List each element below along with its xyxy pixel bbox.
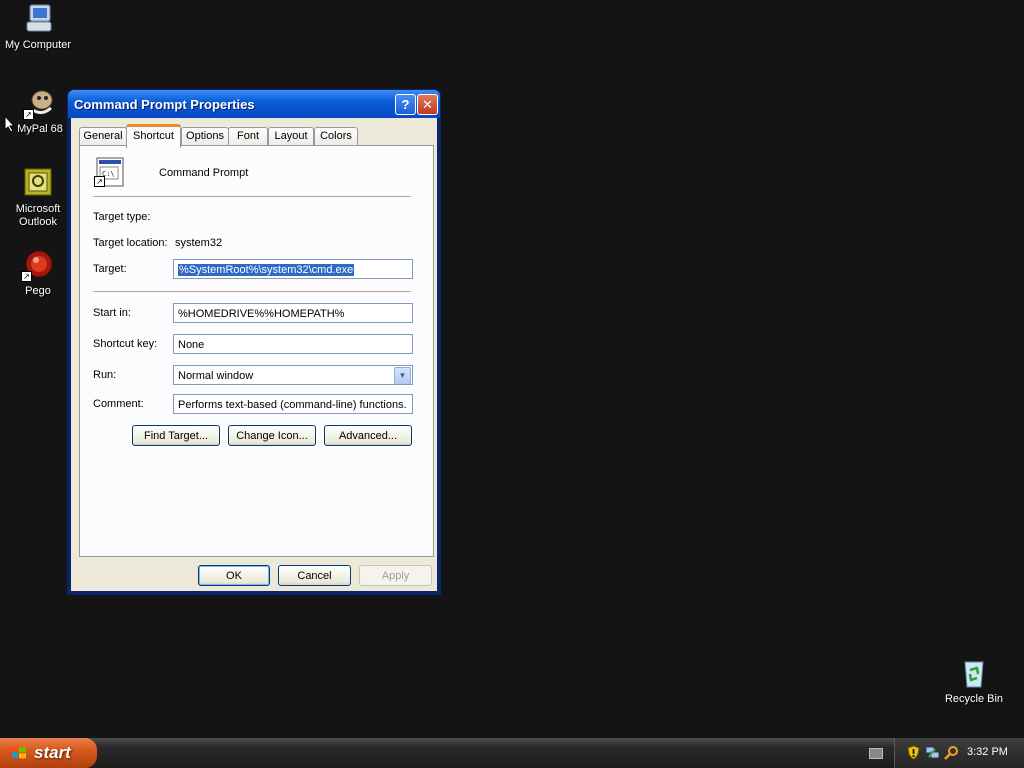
search-icon[interactable] <box>944 745 959 760</box>
properties-window: Command Prompt Properties ? ✕ General Sh… <box>67 89 441 595</box>
advanced-button[interactable]: Advanced... <box>324 425 412 446</box>
desktop-icon-label: Recycle Bin <box>944 693 1004 705</box>
comment-value: Performs text-based (command-line) funct… <box>178 399 407 411</box>
mypal-icon: ↗ <box>23 86 57 120</box>
shortcut-arrow-icon: ↗ <box>23 109 34 120</box>
shortcut-key-field[interactable]: None <box>173 334 413 354</box>
taskbar: start 3:32 PM <box>0 738 1024 768</box>
desktop-icon-label: Pego <box>25 285 51 297</box>
tab-options[interactable]: Options <box>181 127 229 145</box>
change-icon-button[interactable]: Change Icon... <box>228 425 316 446</box>
start-button[interactable]: start <box>0 738 97 768</box>
shortcut-arrow-icon: ↗ <box>94 176 105 187</box>
start-in-value: %HOMEDRIVE%%HOMEPATH% <box>178 308 345 320</box>
run-value: Normal window <box>178 370 254 382</box>
target-label: Target: <box>93 263 127 275</box>
tab-label: Layout <box>274 130 308 142</box>
target-type-label: Target type: <box>93 211 151 223</box>
shortcut-key-label: Shortcut key: <box>93 338 158 350</box>
tab-layout[interactable]: Layout <box>268 127 314 145</box>
find-target-button[interactable]: Find Target... <box>132 425 220 446</box>
window-client-area: General Shortcut Options Font Layout Col… <box>71 118 437 591</box>
keyboard-icon[interactable] <box>869 748 883 759</box>
tab-label: Shortcut <box>133 130 174 142</box>
desktop-icon-recycle-bin[interactable]: Recycle Bin <box>936 656 1012 706</box>
clock[interactable]: 3:32 PM <box>967 746 1008 758</box>
outlook-icon <box>21 166 55 200</box>
start-in-label: Start in: <box>93 307 131 319</box>
chevron-down-icon[interactable]: ▼ <box>394 367 411 384</box>
shortcut-name: Command Prompt <box>159 167 249 179</box>
tab-shortcut[interactable]: Shortcut <box>126 124 181 148</box>
recycle-bin-icon <box>957 656 991 690</box>
start-label: start <box>34 743 71 762</box>
close-icon: ✕ <box>422 97 433 112</box>
cancel-button[interactable]: Cancel <box>278 565 351 586</box>
shortcut-panel: C:\ ↗ Command Prompt Target type: Target… <box>79 145 434 557</box>
target-field[interactable]: %SystemRoot%\system32\cmd.exe <box>173 259 413 279</box>
title-bar[interactable]: Command Prompt Properties ? ✕ <box>68 90 440 118</box>
help-button[interactable]: ? <box>395 94 416 115</box>
windows-flag-icon <box>12 746 26 759</box>
desktop-icon-mypal[interactable]: ↗ MyPal 68 <box>14 86 66 136</box>
comment-label: Comment: <box>93 398 144 410</box>
target-value: %SystemRoot%\system32\cmd.exe <box>178 264 355 276</box>
close-button[interactable]: ✕ <box>417 94 438 115</box>
security-shield-icon[interactable] <box>907 745 920 760</box>
divider <box>93 291 411 292</box>
tab-label: Colors <box>320 130 352 142</box>
network-icon[interactable] <box>925 745 940 760</box>
tab-label: Font <box>236 130 259 142</box>
desktop-icon-label: Microsoft Outlook <box>15 203 61 228</box>
mouse-cursor-icon <box>4 115 16 133</box>
window-title: Command Prompt Properties <box>74 97 255 112</box>
target-location-label: Target location: <box>93 237 168 249</box>
run-select[interactable]: Normal window ▼ <box>173 365 413 385</box>
comment-field[interactable]: Performs text-based (command-line) funct… <box>173 394 413 414</box>
desktop-icon-my-computer[interactable]: My Computer <box>0 2 76 52</box>
command-prompt-icon: C:\ ↗ <box>93 156 125 188</box>
divider <box>93 196 411 197</box>
desktop-icon-outlook[interactable]: Microsoft Outlook <box>0 166 76 229</box>
ok-button[interactable]: OK <box>198 565 270 586</box>
desktop-icon-label: MyPal 68 <box>17 123 63 135</box>
start-in-field[interactable]: %HOMEDRIVE%%HOMEPATH% <box>173 303 413 323</box>
tab-colors[interactable]: Colors <box>314 127 358 145</box>
pego-icon: ↗ <box>21 248 55 282</box>
my-computer-icon <box>21 2 55 36</box>
tab-label: Options <box>186 130 224 142</box>
tab-label: General <box>83 130 123 142</box>
shortcut-arrow-icon: ↗ <box>21 271 32 282</box>
desktop-icon-pego[interactable]: ↗ Pego <box>0 248 76 298</box>
target-location-value: system32 <box>175 237 223 249</box>
help-icon: ? <box>401 97 410 112</box>
tab-general[interactable]: General <box>79 127 127 145</box>
run-label: Run: <box>93 369 117 381</box>
desktop-icon-label: My Computer <box>4 39 72 51</box>
tab-font[interactable]: Font <box>228 127 268 145</box>
apply-button[interactable]: Apply <box>359 565 432 586</box>
shortcut-key-value: None <box>178 339 205 351</box>
